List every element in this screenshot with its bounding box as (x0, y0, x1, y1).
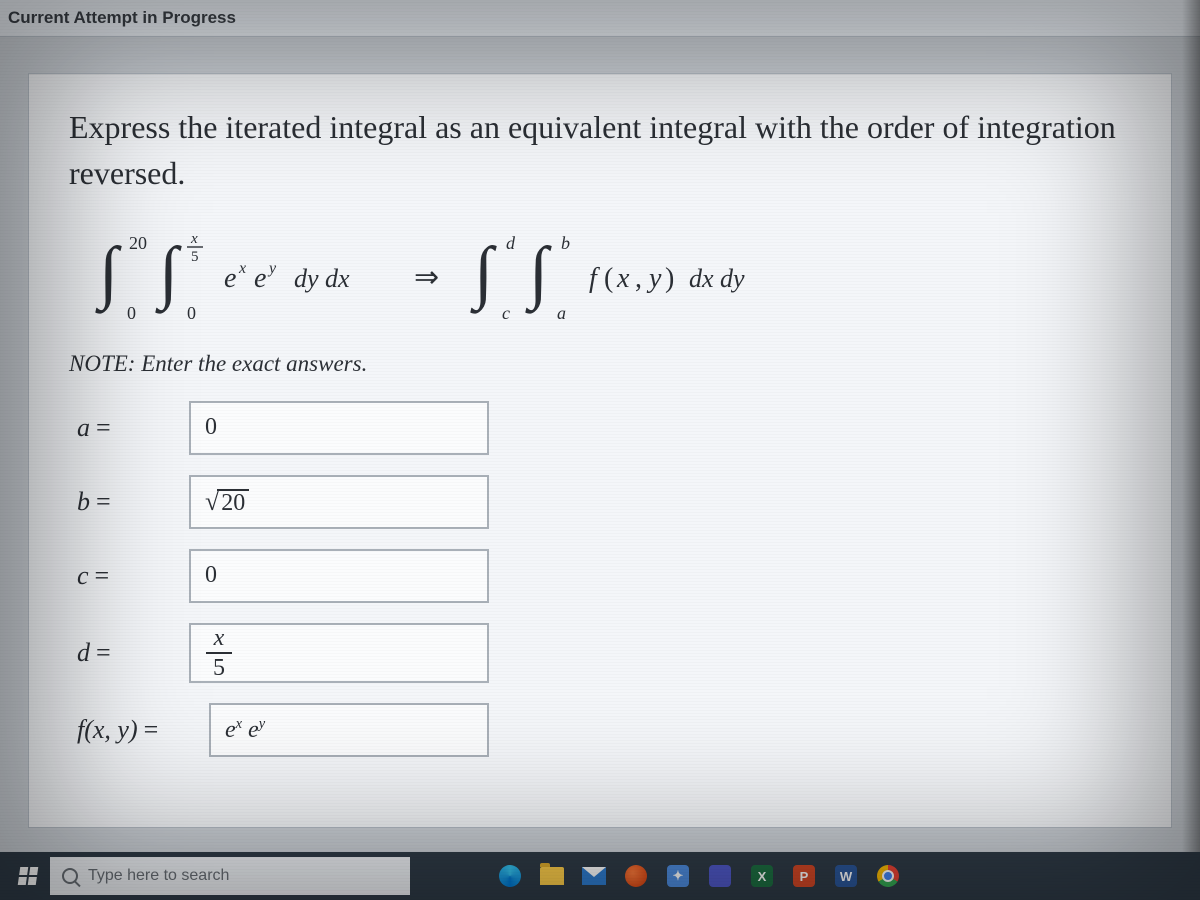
svg-text:x: x (616, 263, 630, 294)
folder-icon (540, 867, 564, 885)
answer-c-label: c= (69, 561, 189, 591)
edge-icon (499, 865, 521, 887)
svg-text:0: 0 (187, 303, 196, 323)
groove-icon (625, 865, 647, 887)
svg-text:(: ( (604, 263, 613, 294)
task-view-button[interactable] (450, 858, 486, 894)
chrome-icon (877, 865, 899, 887)
svg-text:f: f (589, 263, 600, 294)
answer-f-label: f(x, y)= (69, 715, 209, 745)
question-prompt: Express the iterated integral as an equi… (69, 104, 1131, 197)
teams-icon (709, 865, 731, 887)
snip-icon: ✦ (667, 865, 689, 887)
file-explorer-button[interactable] (534, 858, 570, 894)
snip-button[interactable]: ✦ (660, 858, 696, 894)
answer-d-label: d= (69, 638, 189, 668)
integral-expression: ∫ 20 0 ∫ x 5 0 e x e y dy dx ⇒ ∫ d (79, 227, 1131, 317)
svg-text:∫: ∫ (155, 234, 182, 314)
svg-text:⇒: ⇒ (414, 261, 439, 294)
svg-text:∫: ∫ (525, 234, 552, 314)
svg-text:5: 5 (191, 249, 199, 265)
chrome-button[interactable] (870, 858, 906, 894)
answer-a-input[interactable]: 0 (189, 401, 489, 455)
answer-b-value: √20 (205, 487, 249, 517)
answer-b-label: b= (69, 487, 189, 517)
svg-text:∫: ∫ (470, 234, 497, 314)
windows-taskbar: Type here to search ✦ X P W (0, 852, 1200, 900)
answer-b-input[interactable]: √20 (189, 475, 489, 529)
excel-icon: X (751, 865, 773, 887)
media-button[interactable] (618, 858, 654, 894)
lhs-outer-upper: 20 (129, 233, 147, 253)
powerpoint-button[interactable]: P (786, 858, 822, 894)
word-icon: W (835, 865, 857, 887)
svg-text:x: x (238, 260, 246, 277)
svg-text:c: c (502, 303, 510, 323)
mail-button[interactable] (576, 858, 612, 894)
lhs-outer-lower: 0 (127, 303, 136, 323)
svg-text:x: x (190, 231, 198, 247)
edge-button[interactable] (492, 858, 528, 894)
answer-d-value: x 5 (205, 626, 233, 680)
excel-button[interactable]: X (744, 858, 780, 894)
svg-text:,: , (635, 263, 642, 294)
answer-f-value: ex ey (225, 716, 265, 744)
svg-text:b: b (561, 233, 570, 253)
svg-text:y: y (267, 260, 277, 277)
start-button[interactable] (6, 854, 50, 898)
screen-bezel (1182, 0, 1200, 852)
svg-text:dx dy: dx dy (689, 264, 745, 293)
mail-icon (582, 867, 606, 885)
svg-text:y: y (646, 263, 662, 294)
svg-text:d: d (506, 233, 516, 253)
search-placeholder: Type here to search (88, 867, 229, 885)
svg-text:e: e (254, 263, 266, 294)
taskbar-search[interactable]: Type here to search (50, 857, 410, 895)
svg-text:dy dx: dy dx (294, 264, 350, 293)
teams-button[interactable] (702, 858, 738, 894)
answer-a-value: 0 (205, 414, 217, 441)
answer-a-label: a= (69, 413, 189, 443)
svg-text:e: e (224, 263, 236, 294)
powerpoint-icon: P (793, 865, 815, 887)
answer-d-input[interactable]: x 5 (189, 623, 489, 683)
svg-text:∫: ∫ (95, 234, 122, 314)
attempt-status: Current Attempt in Progress (8, 8, 1192, 28)
question-panel: Express the iterated integral as an equi… (28, 73, 1172, 828)
windows-logo-icon (18, 867, 39, 885)
answer-f-input[interactable]: ex ey (209, 703, 489, 757)
svg-text:): ) (665, 263, 674, 294)
note-text: NOTE: Enter the exact answers. (69, 351, 1131, 377)
answer-c-input[interactable]: 0 (189, 549, 489, 603)
svg-text:a: a (557, 303, 566, 323)
word-button[interactable]: W (828, 858, 864, 894)
search-icon (62, 868, 78, 884)
answer-c-value: 0 (205, 562, 217, 589)
